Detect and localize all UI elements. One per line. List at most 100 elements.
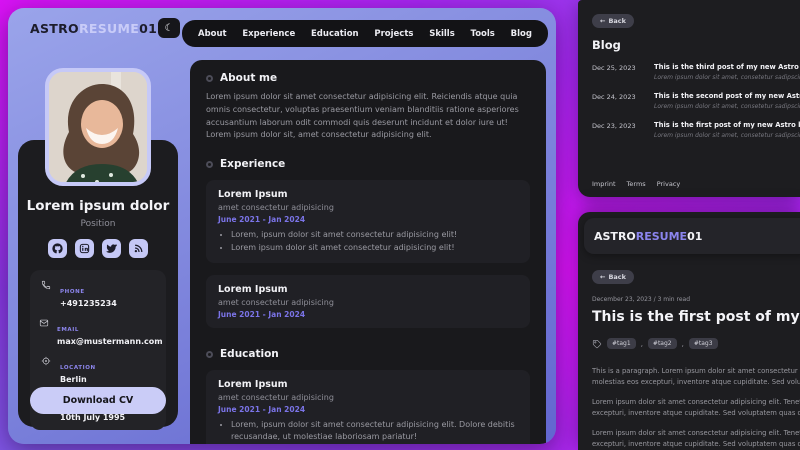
site-logo[interactable]: ASTRORESUME01 [30, 21, 157, 36]
section-ring-icon [206, 160, 213, 168]
post-paragraph: Lorem ipsum dolor sit amet consectetur a… [592, 429, 800, 448]
contact-value-birthday: 10th July 1995 [60, 413, 126, 422]
blog-post-header: ASTRORESUME01 [584, 218, 800, 254]
post-date: Dec 23, 2023 [592, 122, 636, 130]
resume-content: About me Lorem ipsum dolor sit amet cons… [190, 60, 546, 444]
section-heading-about: About me [206, 72, 530, 84]
nav-item-education[interactable]: Education [311, 29, 359, 39]
logo-number: 01 [687, 229, 703, 243]
post-title-link[interactable]: This is the third post of my new Astro b… [654, 63, 800, 71]
post-page-title: This is the first post of my new Astro b… [592, 309, 800, 325]
moon-icon: ☾ [164, 22, 174, 34]
blog-post-page: ASTRORESUME01 ← Back December 23, 2023 / … [578, 212, 800, 450]
entry-title: Lorem Ipsum [218, 379, 288, 391]
tag-pill[interactable]: #tag2 [647, 338, 677, 349]
logo-number: 01 [139, 21, 158, 36]
nav-item-tools[interactable]: Tools [471, 29, 495, 39]
nav-item-skills[interactable]: Skills [429, 29, 455, 39]
nav-item-experience[interactable]: Experience [242, 29, 295, 39]
experience-entry: Lorem Ipsum amet consectetur adipisicing… [206, 180, 530, 264]
entry-date: June 2021 - Jan 2024 [218, 215, 306, 225]
nav-item-about[interactable]: About [198, 29, 227, 39]
tag-pill[interactable]: #tag1 [607, 338, 636, 349]
theme-toggle-button[interactable]: ☾ [158, 18, 180, 38]
resume-page: ASTRORESUME01 ☾ About Experience Educati… [8, 8, 556, 444]
phone-icon [39, 278, 52, 308]
blog-title: Blog [592, 38, 621, 52]
blog-list-item[interactable]: Dec 23, 2023 This is the first post of m… [592, 121, 800, 139]
blog-list-item[interactable]: Dec 24, 2023 This is the second post of … [592, 92, 800, 110]
blog-list-page: ← Back Blog Dec 25, 2023 This is the thir… [578, 0, 800, 197]
profile-position: Position [80, 219, 116, 229]
post-title-link[interactable]: This is the first post of my new Astro b… [654, 121, 800, 129]
logo-astro: ASTRO [594, 229, 636, 243]
entry-bullets: Lorem, ipsum dolor sit amet consectetur … [218, 419, 518, 444]
post-paragraph: This is a paragraph. Lorem ipsum dolor s… [592, 367, 800, 386]
screenshot-canvas: ASTRORESUME01 ☾ About Experience Educati… [0, 0, 800, 450]
contact-label: LOCATION [60, 365, 96, 371]
entry-bullet: Lorem, ipsum dolor sit amet consectetur … [231, 229, 518, 241]
logo-astro: ASTRO [30, 21, 79, 36]
profile-name: Lorem ipsum dolor [26, 198, 170, 214]
contact-value-location: Berlin [60, 375, 87, 384]
post-title-link[interactable]: This is the second post of my new Astro … [654, 92, 800, 100]
experience-entry: Lorem Ipsum amet consectetur adipisicing… [206, 275, 530, 329]
rss-link[interactable] [129, 239, 148, 258]
tags-row: #tag1 , #tag2 , #tag3 [592, 334, 800, 353]
entry-title: Lorem Ipsum [218, 189, 288, 201]
social-links [18, 239, 178, 258]
main-nav: About Experience Education Projects Skil… [182, 20, 548, 47]
post-excerpt: Lorem ipsum dolor sit amet, consetetur s… [654, 74, 800, 81]
post-meta: December 23, 2023 / 3 min read [592, 296, 691, 303]
post-excerpt: Lorem ipsum dolor sit amet, consetetur s… [654, 103, 800, 110]
blog-list-item[interactable]: Dec 25, 2023 This is the third post of m… [592, 63, 800, 81]
twitter-link[interactable] [102, 239, 121, 258]
contact-label: PHONE [60, 289, 85, 295]
tag-separator: , [640, 339, 643, 348]
github-icon [52, 243, 63, 254]
entry-subtitle: amet consectetur adipisicing [218, 393, 334, 403]
back-arrow-icon: ← [600, 273, 606, 281]
tag-pill[interactable]: #tag3 [688, 338, 718, 349]
contact-label: EMAIL [57, 327, 80, 333]
logo-resume: RESUME [635, 229, 688, 243]
entry-bullet: Lorem, ipsum dolor sit amet consectetur … [231, 419, 518, 443]
github-link[interactable] [48, 239, 67, 258]
entry-bullet: Lorem ipsum dolor sit amet consectetur a… [231, 242, 518, 254]
profile-photo [45, 68, 151, 186]
tag-icon [592, 334, 602, 353]
contact-row-location: LOCATION Berlin [39, 354, 157, 384]
contact-value-phone: +491235234 [60, 299, 117, 308]
section-ring-icon [206, 74, 213, 82]
footer-link-terms[interactable]: Terms [627, 180, 646, 188]
nav-item-blog[interactable]: Blog [511, 29, 532, 39]
nav-item-projects[interactable]: Projects [374, 29, 413, 39]
linkedin-link[interactable] [75, 239, 94, 258]
logo-resume: RESUME [78, 21, 140, 36]
section-heading-experience: Experience [206, 158, 530, 170]
back-button[interactable]: ← Back [592, 14, 634, 28]
download-cv-button[interactable]: Download CV [30, 387, 166, 414]
about-text: Lorem ipsum dolor sit amet consectetur a… [206, 92, 519, 140]
contact-row-phone: PHONE +491235234 [39, 278, 157, 308]
post-excerpt: Lorem ipsum dolor sit amet, consetetur s… [654, 132, 800, 139]
entry-subtitle: amet consectetur adipisicing [218, 298, 334, 308]
entry-bullets: Lorem, ipsum dolor sit amet consectetur … [218, 229, 518, 254]
entry-date: June 2021 - Jan 2024 [218, 310, 306, 320]
footer-link-imprint[interactable]: Imprint [592, 180, 616, 188]
back-button[interactable]: ← Back [592, 270, 634, 284]
entry-date: June 2021 - Jan 2024 [218, 405, 306, 415]
contact-value-email: max@mustermann.com [57, 337, 163, 346]
linkedin-icon [79, 243, 90, 254]
location-icon [39, 354, 52, 384]
email-icon [39, 316, 49, 346]
post-paragraph: Lorem ipsum dolor sit amet consectetur a… [592, 398, 800, 417]
section-heading-education: Education [206, 348, 530, 360]
site-logo[interactable]: ASTRORESUME01 [594, 230, 702, 243]
entry-subtitle: amet consectetur adipisicing [218, 203, 334, 213]
contact-row-email: EMAIL max@mustermann.com [39, 316, 163, 346]
footer-links: Imprint Terms Privacy [592, 180, 680, 188]
footer-link-privacy[interactable]: Privacy [657, 180, 681, 188]
post-date: Dec 25, 2023 [592, 64, 636, 72]
twitter-icon [106, 244, 117, 253]
